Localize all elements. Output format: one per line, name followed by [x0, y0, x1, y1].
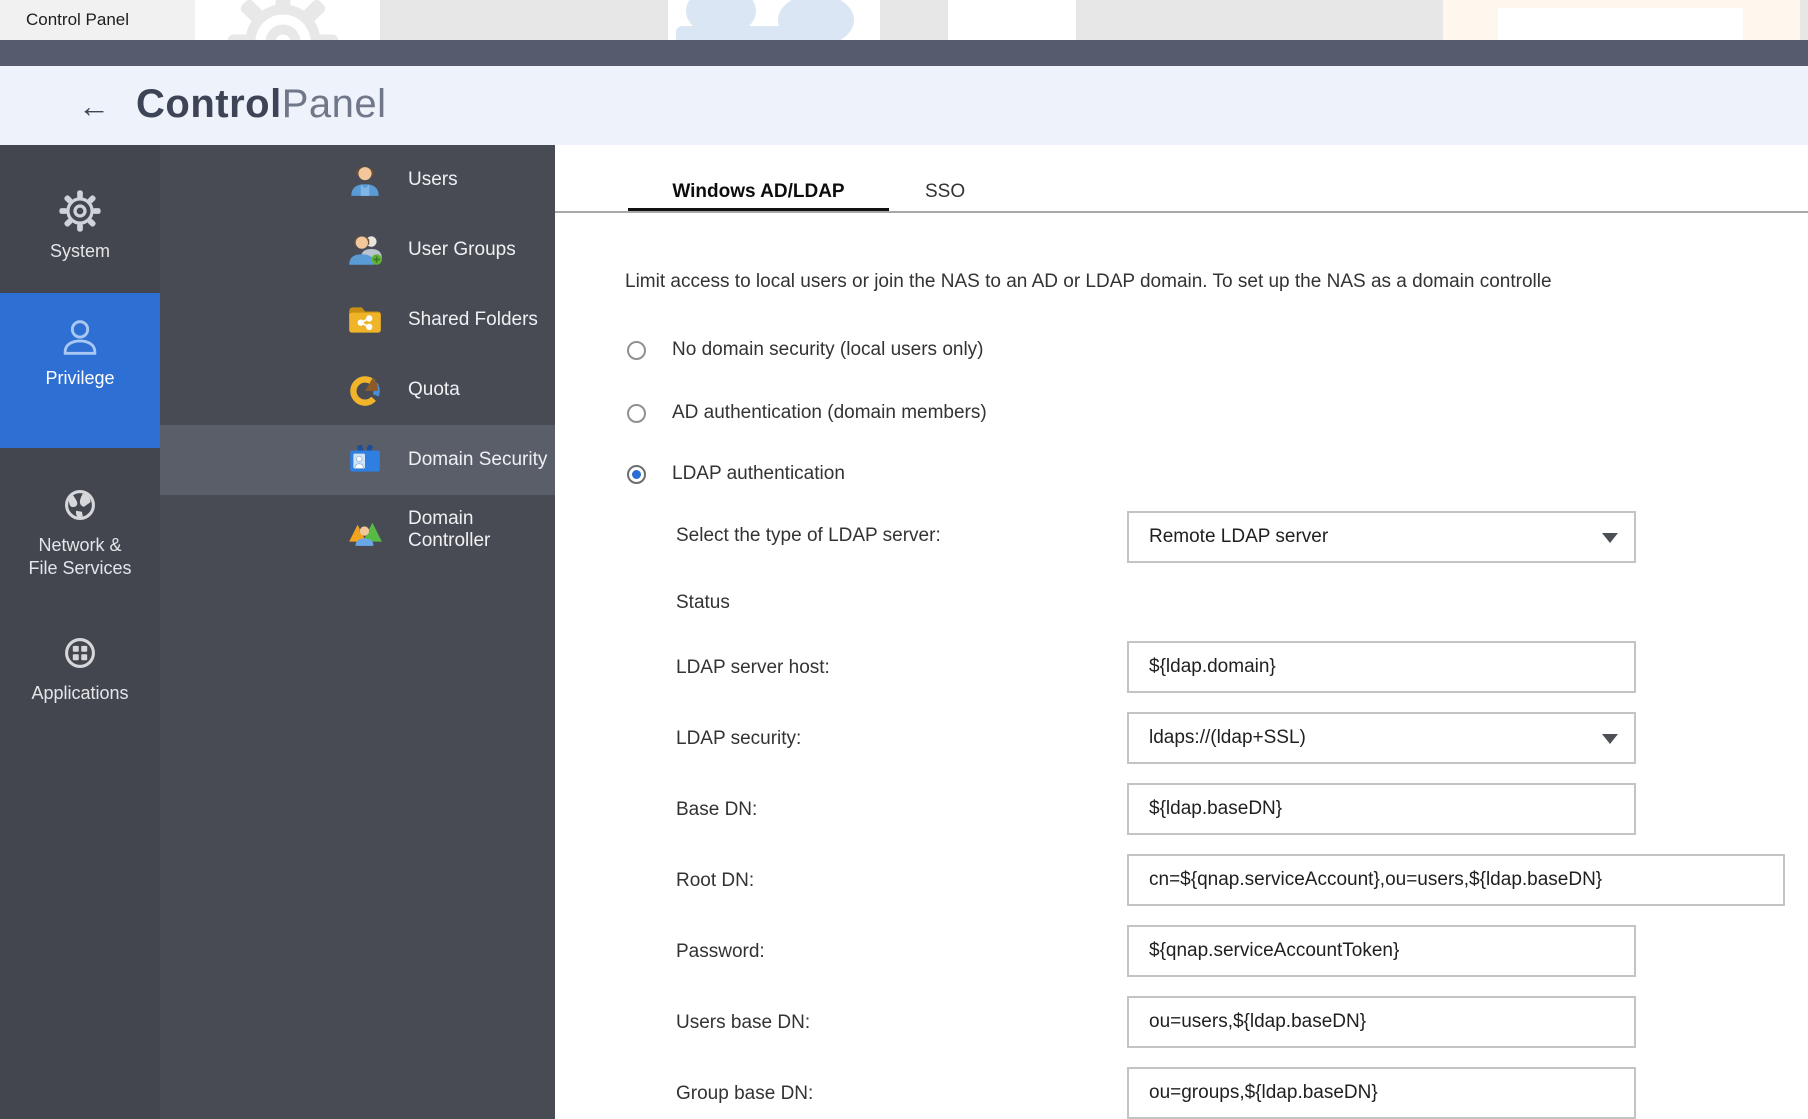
base-dn-field-box	[1127, 783, 1636, 835]
nav-item-users[interactable]: Users	[160, 145, 555, 215]
taskbar: Control Panel	[0, 0, 1808, 40]
ldap-server-host-field-box	[1127, 641, 1636, 693]
rail-item-label: Privilege	[0, 367, 160, 390]
privilege-nav-panel: Users User Groups	[160, 145, 555, 1119]
ldap-server-host-input[interactable]	[1149, 643, 1634, 691]
radio-circle-icon	[627, 341, 646, 360]
ldap-server-type-value: Remote LDAP server	[1149, 526, 1328, 548]
root-dn-input[interactable]	[1149, 856, 1783, 904]
left-rail: System Privilege Network & File Services	[0, 145, 160, 1119]
tabs-divider	[555, 211, 1808, 213]
screen: Control Panel	[0, 0, 1808, 1119]
radio-circle-icon	[627, 404, 646, 423]
ldap-server-type-select[interactable]: Remote LDAP server	[1127, 511, 1636, 563]
radio-ad-authentication[interactable]: AD authentication (domain members)	[627, 402, 987, 424]
shared-folder-icon	[346, 301, 384, 339]
rail-item-label: System	[0, 240, 160, 263]
rail-item-label: Applications	[0, 682, 160, 705]
quota-pie-icon	[346, 371, 384, 409]
field-label-ldap-server-host: LDAP server host:	[676, 657, 830, 679]
domain-controller-icon	[346, 511, 384, 549]
root-dn-field-box	[1127, 854, 1785, 906]
chevron-down-icon	[1602, 533, 1618, 543]
ghost-gear-icon	[223, 0, 343, 40]
rail-item-system[interactable]: System	[0, 168, 160, 293]
nav-item-label: Quota	[408, 379, 460, 401]
taskbar-tab-label: Control Panel	[26, 10, 129, 30]
user-icon	[346, 161, 384, 199]
password-field-box	[1127, 925, 1636, 977]
taskbar-thumbnail-folder[interactable]	[1443, 0, 1800, 40]
thumbnail-shape	[676, 26, 796, 40]
tab-label: Windows AD/LDAP	[672, 181, 844, 202]
rail-item-network-file-services[interactable]: Network & File Services	[0, 460, 160, 608]
radio-circle-icon	[627, 465, 646, 484]
radio-no-domain-security[interactable]: No domain security (local users only)	[627, 339, 984, 361]
page-title-bold: Control	[136, 82, 282, 126]
radio-label: No domain security (local users only)	[672, 339, 984, 361]
person-icon	[57, 315, 103, 361]
chevron-down-icon	[1602, 734, 1618, 744]
radio-label: LDAP authentication	[672, 463, 845, 485]
thumbnail-shape	[1498, 8, 1743, 40]
taskbar-thumbnail-gear[interactable]	[195, 0, 380, 40]
nav-item-shared-folders[interactable]: Shared Folders	[160, 285, 555, 355]
users-base-dn-field-box	[1127, 996, 1636, 1048]
rail-item-label: Network &	[0, 534, 160, 557]
gear-icon	[57, 188, 103, 234]
page-title: ControlPanel	[136, 82, 387, 127]
rail-item-privilege[interactable]: Privilege	[0, 293, 160, 448]
nav-item-domain-controller[interactable]: Domain Controller	[160, 495, 555, 565]
password-input[interactable]	[1149, 927, 1634, 975]
group-base-dn-field-box	[1127, 1067, 1636, 1119]
taskbar-tab-control-panel[interactable]: Control Panel	[0, 0, 220, 40]
page-title-light: Panel	[282, 82, 387, 126]
nav-item-label: User Groups	[408, 239, 516, 261]
radio-label: AD authentication (domain members)	[672, 402, 987, 424]
domain-security-description: Limit access to local users or join the …	[625, 271, 1808, 293]
rail-item-applications[interactable]: Applications	[0, 608, 160, 733]
field-label-ldap-server-type: Select the type of LDAP server:	[676, 525, 941, 547]
base-dn-input[interactable]	[1149, 785, 1634, 833]
app-header: ← ControlPanel	[0, 66, 1808, 145]
nav-item-label: Users	[408, 169, 458, 191]
ldap-security-select[interactable]: ldaps://(ldap+SSL)	[1127, 712, 1636, 764]
users-base-dn-input[interactable]	[1149, 998, 1634, 1046]
field-label-status: Status	[676, 592, 730, 614]
group-base-dn-input[interactable]	[1149, 1069, 1634, 1117]
rail-item-label: File Services	[0, 557, 160, 580]
nav-item-label: Domain Security	[408, 449, 547, 471]
radio-ldap-authentication[interactable]: LDAP authentication	[627, 463, 845, 485]
globe-icon	[57, 482, 103, 528]
domain-security-content: Windows AD/LDAP SSO Limit access to loca…	[555, 145, 1808, 1119]
domain-security-badge-icon	[346, 441, 384, 479]
apps-grid-icon	[57, 630, 103, 676]
field-label-group-base-dn: Group base DN:	[676, 1083, 813, 1105]
field-label-ldap-security: LDAP security:	[676, 728, 801, 750]
taskbar-thumbnail-window[interactable]	[668, 0, 880, 40]
user-groups-icon	[346, 231, 384, 269]
nav-item-label: Shared Folders	[408, 309, 538, 331]
nav-item-domain-security[interactable]: Domain Security	[160, 425, 555, 495]
field-label-password: Password:	[676, 941, 765, 963]
tab-label: SSO	[925, 181, 965, 202]
window-title-bar	[0, 40, 1808, 66]
field-label-users-base-dn: Users base DN:	[676, 1012, 810, 1034]
ldap-security-value: ldaps://(ldap+SSL)	[1149, 727, 1306, 749]
back-button[interactable]: ←	[72, 84, 116, 128]
nav-item-user-groups[interactable]: User Groups	[160, 215, 555, 285]
nav-item-quota[interactable]: Quota	[160, 355, 555, 425]
tab-windows-ad-ldap[interactable]: Windows AD/LDAP	[628, 181, 889, 203]
nav-item-label: Domain Controller	[408, 508, 555, 552]
taskbar-thumbnail-document[interactable]	[948, 0, 1076, 40]
field-label-base-dn: Base DN:	[676, 799, 757, 821]
field-label-root-dn: Root DN:	[676, 870, 754, 892]
tab-sso[interactable]: SSO	[925, 181, 965, 203]
back-arrow-icon: ←	[78, 88, 110, 125]
